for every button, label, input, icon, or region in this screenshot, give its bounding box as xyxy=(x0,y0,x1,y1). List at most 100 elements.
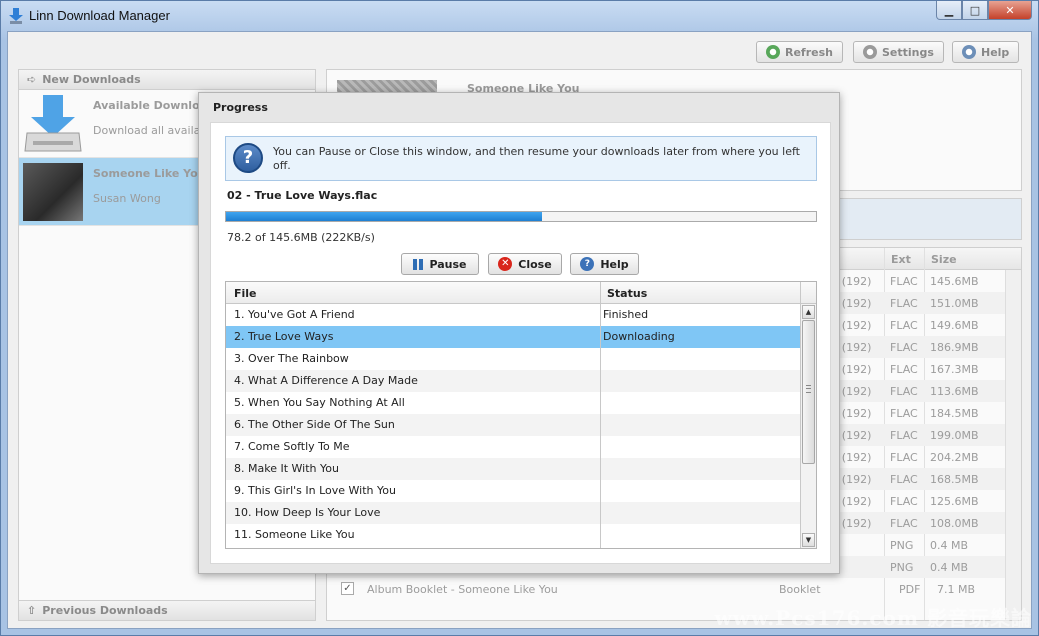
refresh-button[interactable]: Refresh xyxy=(756,41,843,63)
size-cell: 108.0MB xyxy=(930,517,979,530)
help-button[interactable]: Help xyxy=(952,41,1020,63)
ext-cell: FLAC xyxy=(890,473,918,486)
file-cell: 10. How Deep Is Your Love xyxy=(234,506,381,519)
download-app-icon xyxy=(9,8,23,24)
ext-cell: FLAC xyxy=(890,407,918,420)
size-cell: 151.0MB xyxy=(930,297,979,310)
size-cell: 149.6MB xyxy=(930,319,979,332)
table-row-booklet[interactable]: ✓ Album Booklet - Someone Like You Booklet… xyxy=(327,578,1007,600)
table-row[interactable]: 6. The Other Side Of The Sun xyxy=(226,414,802,436)
pause-button[interactable]: Pause xyxy=(401,253,479,275)
size-cell: 125.6MB xyxy=(930,495,979,508)
column-divider xyxy=(600,282,601,548)
previous-downloads-footer[interactable]: ⇧ Previous Downloads xyxy=(19,600,315,620)
table-row[interactable]: 5. When You Say Nothing At All xyxy=(226,392,802,414)
ext-cell: PNG xyxy=(890,561,914,574)
ext-cell: FLAC xyxy=(890,385,918,398)
file-cell: 11. Someone Like You xyxy=(234,528,355,541)
scroll-up-arrow[interactable]: ▲ xyxy=(802,305,815,319)
file-progress-table: File Status 1. You've Got A Friend Finish… xyxy=(225,281,817,549)
current-file-name: 02 - True Love Ways.flac xyxy=(227,189,378,202)
table-row[interactable]: 1. You've Got A Friend Finished xyxy=(226,304,802,326)
table-row[interactable]: 10. How Deep Is Your Love xyxy=(226,502,802,524)
arrow-up-icon: ⇧ xyxy=(27,604,37,617)
ext-cell: PDF xyxy=(899,583,921,596)
header-corner xyxy=(800,282,816,304)
minimize-button[interactable]: ▁ xyxy=(936,1,962,20)
question-icon: ? xyxy=(233,143,263,173)
info-box: ? You can Pause or Close this window, an… xyxy=(225,136,817,181)
ext-cell: FLAC xyxy=(890,451,918,464)
tracks-table-scrollbar[interactable] xyxy=(1005,270,1021,620)
progress-dialog: Progress ? You can Pause or Close this w… xyxy=(198,92,840,574)
ext-column-header: Ext xyxy=(891,253,911,266)
file-cell: 1. You've Got A Friend xyxy=(234,308,355,321)
download-tray-icon xyxy=(24,95,82,152)
refresh-icon xyxy=(766,45,780,59)
file-cell: 4. What A Difference A Day Made xyxy=(234,374,418,387)
ext-cell: FLAC xyxy=(890,341,918,354)
gear-icon xyxy=(863,45,877,59)
maximize-button[interactable]: □ xyxy=(962,1,988,20)
dialog-title: Progress xyxy=(213,101,268,114)
file-column-header[interactable]: File xyxy=(234,287,257,300)
pause-label: Pause xyxy=(429,257,467,271)
file-table-scrollbar[interactable]: ▲ ▼ xyxy=(800,304,816,548)
table-row[interactable]: 7. Come Softly To Me xyxy=(226,436,802,458)
scroll-down-arrow[interactable]: ▼ xyxy=(802,533,815,547)
size-cell: 113.6MB xyxy=(930,385,979,398)
size-cell: 204.2MB xyxy=(930,451,979,464)
table-row[interactable]: 3. Over The Rainbow xyxy=(226,348,802,370)
size-cell: 145.6MB xyxy=(930,275,979,288)
file-cell: 3. Over The Rainbow xyxy=(234,352,349,365)
table-row[interactable]: 4. What A Difference A Day Made xyxy=(226,370,802,392)
scroll-thumb[interactable] xyxy=(802,320,815,464)
booklet-type-cell: Booklet xyxy=(779,583,821,596)
dialog-help-button[interactable]: ? Help xyxy=(570,253,639,275)
client-area: Refresh Settings Help ➪ New Downloads Av… xyxy=(7,31,1032,629)
dialog-help-label: Help xyxy=(600,257,629,271)
close-button[interactable]: ✕ Close xyxy=(488,253,562,275)
new-downloads-header[interactable]: ➪ New Downloads xyxy=(19,70,315,90)
checkbox[interactable]: ✓ xyxy=(341,582,354,595)
ext-cell: FLAC xyxy=(890,319,918,332)
file-cell: 5. When You Say Nothing At All xyxy=(234,396,405,409)
pause-icon xyxy=(413,258,424,270)
settings-label: Settings xyxy=(882,45,934,59)
watermark: www.Pcs176.com 影音玩樂論 xyxy=(714,606,1032,630)
refresh-label: Refresh xyxy=(785,45,833,59)
new-downloads-label: New Downloads xyxy=(42,73,141,86)
info-text: You can Pause or Close this window, and … xyxy=(273,145,800,172)
size-cell: 167.3MB xyxy=(930,363,979,376)
help-label: Help xyxy=(981,45,1010,59)
dialog-body: ? You can Pause or Close this window, an… xyxy=(210,122,831,564)
size-cell: 7.1 MB xyxy=(937,583,976,596)
settings-button[interactable]: Settings xyxy=(853,41,944,63)
size-cell: 0.4 MB xyxy=(930,539,969,552)
size-column-header: Size xyxy=(931,253,957,266)
table-row[interactable]: 11. Someone Like You xyxy=(226,524,802,546)
close-window-button[interactable]: ✕ xyxy=(988,1,1032,20)
ext-cell: FLAC xyxy=(890,297,918,310)
status-cell: Downloading xyxy=(603,330,675,343)
sidebar-item-title: Someone Like You xyxy=(93,167,206,180)
help-icon: ? xyxy=(580,257,595,271)
progress-bar-fill xyxy=(226,212,542,221)
previous-downloads-label: Previous Downloads xyxy=(42,604,168,617)
file-cell: 7. Come Softly To Me xyxy=(234,440,350,453)
booklet-name-cell: Album Booklet - Someone Like You xyxy=(367,583,558,596)
close-icon: ✕ xyxy=(498,257,513,271)
table-row[interactable]: 2. True Love Ways Downloading xyxy=(226,326,802,348)
ext-cell: FLAC xyxy=(890,517,918,530)
size-cell: 186.9MB xyxy=(930,341,979,354)
file-cell: 6. The Other Side Of The Sun xyxy=(234,418,395,431)
ext-cell: PNG xyxy=(890,539,914,552)
ext-cell: FLAC xyxy=(890,363,918,376)
table-row[interactable]: 9. This Girl's In Love With You xyxy=(226,480,802,502)
title-bar[interactable]: Linn Download Manager ▁ □ ✕ xyxy=(1,1,1038,31)
status-column-header[interactable]: Status xyxy=(607,287,647,300)
album-cover-thumbnail xyxy=(23,163,83,221)
arrow-right-icon: ➪ xyxy=(27,73,37,86)
help-icon xyxy=(962,45,976,59)
table-row[interactable]: 8. Make It With You xyxy=(226,458,802,480)
